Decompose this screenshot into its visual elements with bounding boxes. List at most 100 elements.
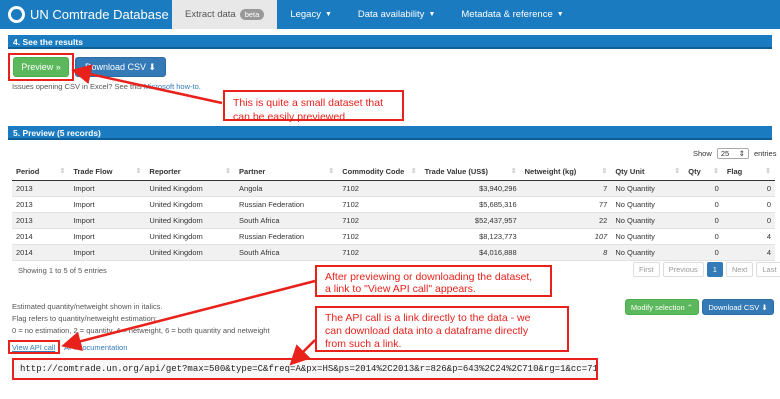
note-flag-values: 0 = no estimation, 2 = quantity, 4 = net… [12, 326, 270, 335]
table-cell: Import [69, 196, 146, 213]
table-cell: 0 [684, 180, 723, 197]
nav-legacy[interactable]: Legacy ▼ [277, 0, 345, 29]
nav-label: Extract data [185, 9, 236, 20]
column-header[interactable]: Flag ⇕ [722, 163, 775, 181]
download-csv-button[interactable]: Download CSV ⬇ [75, 57, 166, 77]
page-length-value: 25 [720, 149, 730, 158]
table-cell: 4 [722, 228, 775, 245]
microsoft-howto-link[interactable]: Microsoft how-to. [144, 82, 201, 91]
table-cell: 2013 [12, 196, 70, 213]
table-cell: No Quantity [611, 244, 685, 261]
nav-metadata[interactable]: Metadata & reference ▼ [448, 0, 576, 29]
note-italics: Estimated quantity/netweight shown in it… [12, 302, 163, 311]
preview-button[interactable]: Preview » [13, 57, 69, 77]
caret-down-icon: ▼ [428, 11, 436, 18]
sort-icon: ⇕ [410, 168, 417, 175]
beta-badge: beta [239, 9, 265, 20]
nav-data-availability[interactable]: Data availability ▼ [345, 0, 448, 29]
callout-small-dataset: This is quite a small dataset that can b… [223, 90, 404, 123]
callout-api-link-appears: After previewing or downloading the data… [315, 265, 552, 297]
column-header[interactable]: Qty ⇕ [684, 163, 723, 181]
table-header-row: Period ⇕ Trade Flow ⇕ Reporter ⇕ Partner ⇕ Commo… [12, 163, 775, 181]
callout-line: After previewing or downloading the data… [325, 271, 533, 283]
column-header-label: Qty Unit [615, 167, 645, 176]
table-cell: United Kingdom [145, 196, 236, 213]
callout-line: a link to "View API call" appears. [325, 283, 476, 295]
table-body: 2013 Import United Kingdom Angola 7102 $3,940… [12, 180, 775, 261]
table-cell: 2013 [12, 180, 70, 197]
column-header-label: Netweight (kg) [524, 167, 577, 176]
table-cell: 0 [684, 228, 723, 245]
table-cell: 7102 [338, 228, 421, 245]
pager-first[interactable]: First [633, 262, 660, 277]
brand[interactable]: UN Comtrade Database [0, 0, 172, 29]
table-cell: South Africa [235, 212, 339, 229]
table-cell: 0 [684, 244, 723, 261]
sort-icon: ⇕ [510, 168, 517, 175]
column-header[interactable]: Trade Flow ⇕ [69, 163, 146, 181]
table-cell: 0 [722, 180, 775, 197]
section-5-header: 5. Preview (5 records) [8, 126, 772, 140]
nav-label: Legacy [290, 9, 321, 20]
table-cell: United Kingdom [145, 180, 236, 197]
table-row: 2013 Import United Kingdom South Africa 7102… [12, 212, 775, 229]
arrow-to-view-api [61, 279, 316, 351]
callout-line: This is quite a small dataset that [233, 97, 383, 109]
table-cell: 0 [722, 196, 775, 213]
api-url-box[interactable]: http://comtrade.un.org/api/get?max=500&t… [12, 358, 598, 380]
table-cell: Import [69, 180, 146, 197]
table-cell: $4,016,888 [420, 244, 521, 261]
column-header-label: Commodity Code [342, 167, 405, 176]
modify-selection-button[interactable]: Modify selection ⌃ [625, 299, 699, 315]
pager-previous[interactable]: Previous [662, 262, 704, 277]
show-label: Show [693, 149, 712, 158]
callout-api-call-explained: The API call is a link directly to the d… [315, 306, 569, 352]
brand-title: UN Comtrade Database [30, 7, 169, 22]
select-arrows-icon: ⇕ [738, 149, 745, 158]
column-header[interactable]: Netweight (kg) ⇕ [520, 163, 612, 181]
table-cell: 7102 [338, 212, 421, 229]
pagination: First Previous 1 Next Last [630, 262, 780, 277]
table-cell: 8 [520, 244, 612, 261]
column-header[interactable]: Reporter ⇕ [145, 163, 236, 181]
callout-line: from such a link. [325, 338, 402, 350]
column-header[interactable]: Commodity Code ⇕ [338, 163, 421, 181]
table-cell: Import [69, 212, 146, 229]
download-csv-button-bottom[interactable]: Download CSV ⬇ [702, 299, 774, 315]
sort-icon: ⇕ [765, 168, 771, 175]
table-cell: 7102 [338, 180, 421, 197]
pager-current[interactable]: 1 [706, 262, 723, 277]
sort-icon: ⇕ [712, 168, 719, 175]
pager-last[interactable]: Last [756, 262, 780, 277]
callout-line: The API call is a link directly to the d… [325, 312, 531, 324]
api-documentation-link[interactable]: API documentation [64, 343, 127, 352]
callout-line: can be easily previewed [233, 111, 346, 123]
table-cell: 7102 [338, 244, 421, 261]
table-cell: 2014 [12, 244, 70, 261]
column-header[interactable]: Partner ⇕ [235, 163, 339, 181]
section-4-header: 4. See the results [8, 35, 772, 49]
top-navbar: UN Comtrade Database Extract data beta L… [0, 0, 780, 29]
un-logo-icon [8, 6, 25, 23]
table-cell: No Quantity [611, 196, 685, 213]
table-cell: 2014 [12, 228, 70, 245]
issues-text: Issues opening CSV in Excel? See this [12, 82, 144, 91]
page-length-select[interactable]: 25 ⇕ [716, 148, 749, 159]
issues-note: Issues opening CSV in Excel? See this Mi… [12, 82, 201, 91]
column-header-label: Trade Value (US$) [424, 167, 488, 176]
table-cell: Import [69, 228, 146, 245]
table-cell: Import [69, 244, 146, 261]
nav-extract-data[interactable]: Extract data beta [172, 0, 278, 29]
table-cell: 22 [520, 212, 612, 229]
table-row: 2014 Import United Kingdom South Africa 7102… [12, 244, 775, 261]
column-header[interactable]: Period ⇕ [12, 163, 70, 181]
table-cell: $5,685,316 [420, 196, 521, 213]
view-api-call-link[interactable]: View API call [12, 343, 55, 352]
column-header[interactable]: Qty Unit ⇕ [611, 163, 685, 181]
table-cell: No Quantity [611, 212, 685, 229]
caret-down-icon: ▼ [556, 11, 564, 18]
pager-next[interactable]: Next [725, 262, 754, 277]
sort-icon: ⇕ [225, 168, 232, 175]
column-header[interactable]: Trade Value (US$) ⇕ [420, 163, 521, 181]
sort-icon: ⇕ [601, 168, 608, 175]
